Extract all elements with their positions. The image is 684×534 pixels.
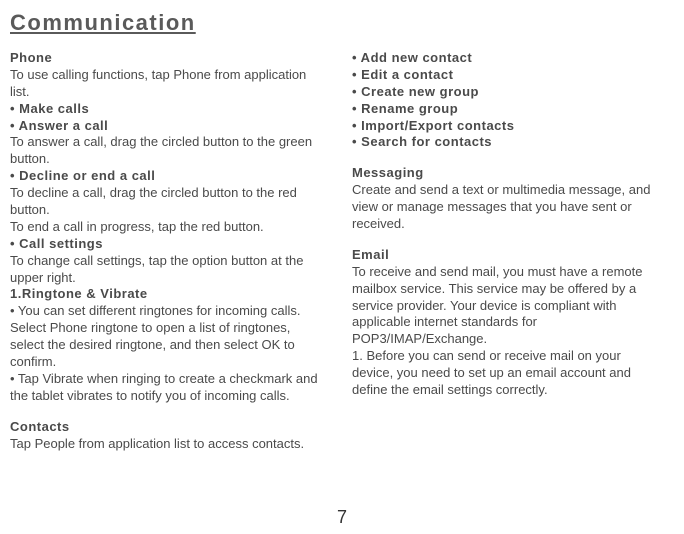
left-column: Phone To use calling functions, tap Phon… [10,50,322,452]
decline-text: To decline a call, drag the circled butt… [10,185,322,219]
end-text: To end a call in progress, tap the red b… [10,219,322,236]
email-text1: To receive and send mail, you must have … [352,264,664,348]
page-title: Communication [10,10,664,36]
ringtone-text1: • You can set different ringtones for in… [10,303,322,371]
decline-heading: • Decline or end a call [10,168,322,185]
bullet-add-contact: • Add new contact [352,50,664,67]
answer-call: • Answer a call [10,118,322,135]
phone-intro: To use calling functions, tap Phone from… [10,67,322,101]
bullet-search-contacts: • Search for contacts [352,134,664,151]
answer-text: To answer a call, drag the circled butto… [10,134,322,168]
right-column: • Add new contact • Edit a contact • Cre… [352,50,664,452]
ringtone-text2: • Tap Vibrate when ringing to create a c… [10,371,322,405]
make-calls: • Make calls [10,101,322,118]
call-settings: • Call settings [10,236,322,253]
content-columns: Phone To use calling functions, tap Phon… [10,50,664,452]
page-number: 7 [337,507,347,528]
bullet-rename-group: • Rename group [352,101,664,118]
messaging-heading: Messaging [352,165,664,182]
ringtone-heading: 1.Ringtone & Vibrate [10,286,322,303]
email-heading: Email [352,247,664,264]
contacts-text: Tap People from application list to acce… [10,436,322,453]
messaging-text: Create and send a text or multimedia mes… [352,182,664,233]
email-text2: 1. Before you can send or receive mail o… [352,348,664,399]
phone-heading: Phone [10,50,322,67]
bullet-create-group: • Create new group [352,84,664,101]
call-settings-text: To change call settings, tap the option … [10,253,322,287]
bullet-edit-contact: • Edit a contact [352,67,664,84]
contacts-heading: Contacts [10,419,322,436]
bullet-import-export: • Import/Export contacts [352,118,664,135]
